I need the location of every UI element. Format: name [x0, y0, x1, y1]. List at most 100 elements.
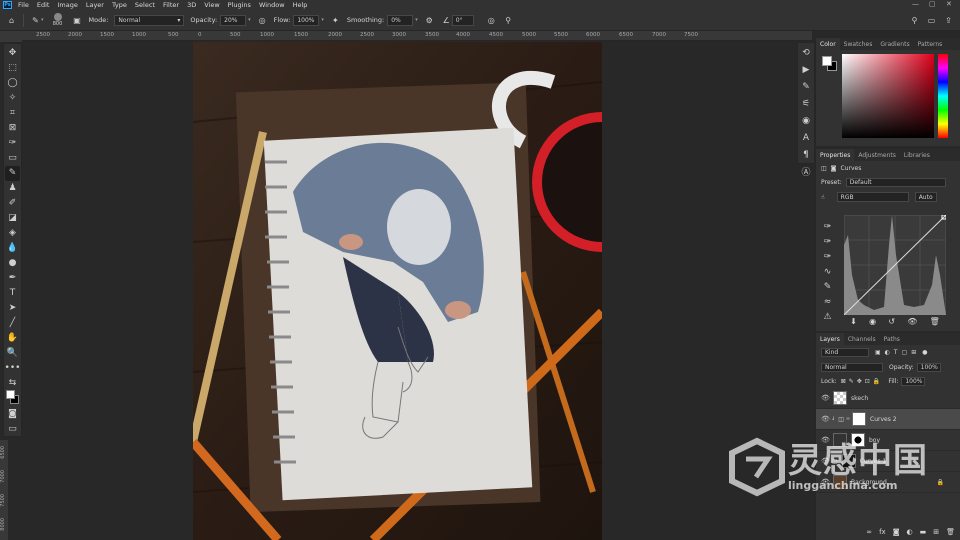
trash-icon[interactable]: 🗑	[946, 528, 955, 536]
marquee-tool-icon[interactable]: ⬚	[5, 61, 20, 76]
magic-wand-tool-icon[interactable]: ✧	[5, 91, 20, 106]
brushes-icon[interactable]: ✎	[799, 79, 814, 94]
chevron-down-icon[interactable]: ▾	[248, 17, 251, 23]
document-canvas[interactable]	[193, 42, 602, 540]
tab-gradients[interactable]: Gradients	[876, 38, 913, 50]
layer-row-selected[interactable]: 👁 ↓ ◫ ∞ Curves 2	[816, 409, 960, 430]
brush-settings-icon[interactable]: ⚟	[799, 96, 814, 111]
workspace-icon[interactable]: ▭	[926, 15, 937, 26]
tab-properties[interactable]: Properties	[816, 149, 855, 161]
clone-source-icon[interactable]: ◉	[799, 113, 814, 128]
opacity-input[interactable]: 20%	[220, 14, 247, 26]
history-brush-tool-icon[interactable]: ✐	[5, 196, 20, 211]
actions-icon[interactable]: ▶	[799, 62, 814, 77]
layer-style-icon[interactable]: fx	[879, 528, 886, 536]
menu-file[interactable]: File	[18, 1, 29, 9]
filter-shape-icon[interactable]: ▢	[902, 349, 908, 356]
frame-tool-icon[interactable]: ⊠	[5, 121, 20, 136]
blend-mode-select[interactable]: Normal	[821, 362, 883, 372]
flow-input[interactable]: 100%	[293, 14, 320, 26]
trash-icon[interactable]: 🗑	[930, 317, 940, 326]
history-icon[interactable]: ⟲	[799, 45, 814, 60]
fill-input[interactable]: 100%	[901, 376, 926, 386]
color-swatches[interactable]	[5, 390, 20, 406]
menu-filter[interactable]: Filter	[163, 1, 179, 9]
tab-adjustments[interactable]: Adjustments	[854, 149, 900, 161]
layer-opacity-input[interactable]: 100%	[916, 362, 941, 372]
curves-graph[interactable]	[844, 215, 946, 315]
paint-bucket-tool-icon[interactable]: ◈	[5, 226, 20, 241]
mode-select[interactable]: Normal ▾	[114, 14, 185, 26]
minimize-icon[interactable]: —	[912, 0, 919, 8]
lock-all-icon[interactable]: 🔒	[873, 378, 880, 385]
menu-type[interactable]: Type	[112, 1, 127, 9]
hue-slider[interactable]	[938, 54, 948, 138]
gray-point-eyedropper-icon[interactable]: ✑	[820, 234, 835, 249]
paragraph-icon[interactable]: ¶	[799, 147, 814, 162]
visibility-icon[interactable]: 👁	[907, 317, 917, 326]
smoothing-input[interactable]: 0%	[387, 14, 414, 26]
eyedropper-tool-icon[interactable]: ✑	[5, 136, 20, 151]
chevron-down-icon[interactable]: ▾	[415, 17, 418, 23]
move-tool-icon[interactable]: ✥	[5, 46, 20, 61]
add-mask-icon[interactable]: ◙	[893, 528, 900, 536]
eye-icon[interactable]: 👁	[821, 415, 830, 423]
smooth-curve-icon[interactable]: ≈	[820, 294, 835, 309]
menu-edit[interactable]: Edit	[37, 1, 50, 9]
crop-tool-icon[interactable]: ⌗	[5, 106, 20, 121]
brush-tool-icon[interactable]: ✎	[30, 15, 41, 26]
reset-icon[interactable]: ↺	[888, 317, 895, 326]
menu-view[interactable]: View	[204, 1, 219, 9]
filter-pixel-icon[interactable]: ▣	[875, 349, 881, 356]
tab-channels[interactable]: Channels	[844, 333, 880, 345]
lock-image-icon[interactable]: ✎	[849, 378, 854, 385]
preset-select[interactable]: Default	[845, 177, 946, 187]
tab-patterns[interactable]: Patterns	[914, 38, 947, 50]
lock-position-icon[interactable]: ✥	[857, 378, 862, 385]
tab-layers[interactable]: Layers	[816, 333, 844, 345]
dodge-tool-icon[interactable]: ●	[5, 256, 20, 271]
home-icon[interactable]: ⌂	[6, 15, 17, 26]
type-tool-icon[interactable]: T	[5, 286, 20, 301]
lasso-tool-icon[interactable]: ◯	[5, 76, 20, 91]
zoom-tool-icon[interactable]: 🔍	[5, 345, 20, 360]
close-icon[interactable]: ✕	[946, 0, 952, 8]
mask-icon[interactable]: ◙	[831, 165, 837, 172]
black-point-eyedropper-icon[interactable]: ✑	[820, 219, 835, 234]
menu-select[interactable]: Select	[135, 1, 155, 9]
chevron-down-icon[interactable]: ▾	[41, 17, 44, 23]
link-layers-icon[interactable]: ∞	[866, 528, 872, 536]
eraser-tool-icon[interactable]: ◪	[5, 211, 20, 226]
menu-3d[interactable]: 3D	[187, 1, 196, 9]
filter-toggle-icon[interactable]: ●	[922, 349, 927, 356]
healing-brush-tool-icon[interactable]: ▭	[5, 151, 20, 166]
pressure-size-icon[interactable]: ◎	[486, 15, 497, 26]
new-layer-icon[interactable]: ⊞	[933, 528, 939, 536]
pencil-curve-icon[interactable]: ✎	[820, 279, 835, 294]
path-selection-tool-icon[interactable]: ➤	[5, 300, 20, 315]
menu-plugins[interactable]: Plugins	[228, 1, 251, 9]
chevron-down-icon[interactable]: ▾	[321, 17, 324, 23]
tab-paths[interactable]: Paths	[880, 333, 904, 345]
maximize-icon[interactable]: ▢	[929, 0, 936, 8]
clipping-warning-icon[interactable]: ⚠	[820, 309, 835, 324]
view-previous-icon[interactable]: ◉	[869, 317, 876, 326]
color-field[interactable]	[842, 54, 934, 138]
eye-icon[interactable]: 👁	[821, 394, 830, 402]
curve-point-tool-icon[interactable]: ∿	[820, 264, 835, 279]
foreground-color[interactable]	[6, 390, 15, 400]
filter-kind-select[interactable]: Kind	[821, 348, 869, 357]
pressure-opacity-icon[interactable]: ◎	[257, 15, 268, 26]
filter-type-icon[interactable]: T	[894, 349, 898, 356]
lock-transparent-icon[interactable]: ⊠	[841, 378, 846, 385]
filter-smart-icon[interactable]: ⊞	[911, 349, 916, 356]
glyphs-icon[interactable]: Ⓐ	[799, 164, 814, 179]
targeted-adjustment-icon[interactable]: ☝	[821, 194, 825, 201]
blur-tool-icon[interactable]: 💧	[5, 241, 20, 256]
menu-layer[interactable]: Layer	[86, 1, 104, 9]
screen-mode-icon[interactable]: ▭	[5, 421, 20, 436]
search-icon[interactable]: ⚲	[909, 15, 920, 26]
channel-select[interactable]: RGB	[836, 192, 909, 202]
white-point-eyedropper-icon[interactable]: ✑	[820, 249, 835, 264]
new-adjustment-icon[interactable]: ◐	[907, 528, 913, 536]
